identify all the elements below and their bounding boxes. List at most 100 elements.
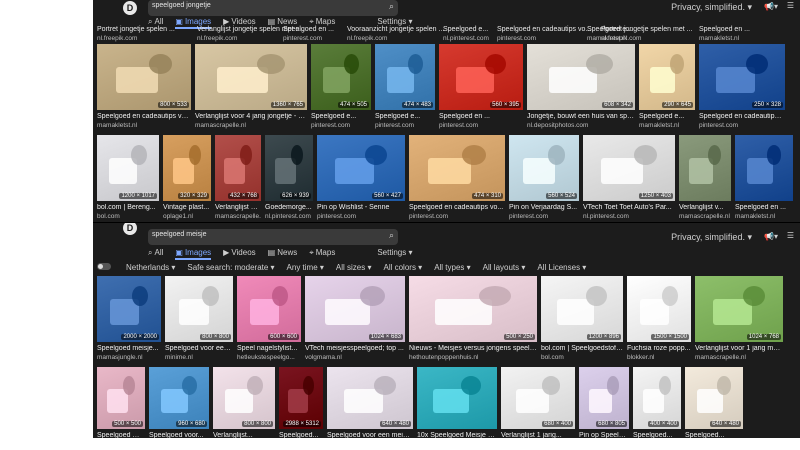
filter-dropdown[interactable]: All types ▾ bbox=[434, 263, 470, 272]
image-result-card[interactable]: 2988 × 5312 Speelgoed... bbox=[279, 367, 323, 438]
image-result-card[interactable]: 10x Speelgoed Meisje 3... bbox=[417, 367, 497, 438]
result-title[interactable]: Nieuws - Meisjes versus jongens speelgo.… bbox=[409, 345, 537, 352]
result-thumbnail[interactable]: 800 × 533 bbox=[97, 44, 191, 110]
result-title[interactable]: Verlanglijst... bbox=[213, 432, 275, 438]
result-title[interactable]: VTech meisjesspeelgoed; top ... bbox=[305, 345, 405, 352]
megaphone-icon[interactable]: 📢▾ bbox=[764, 232, 778, 241]
result-thumbnail[interactable]: 1250 × 403 bbox=[583, 135, 675, 201]
result-thumbnail[interactable]: 432 × 768 bbox=[215, 135, 261, 201]
result-source[interactable]: minime.nl bbox=[165, 354, 233, 361]
image-result-card[interactable]: 474 × 310 Speelgoed en cadeautips vo... pi… bbox=[409, 135, 505, 221]
image-result-card[interactable]: 1024 × 768 Verlanglijst voor 1 jarig meis… bbox=[695, 276, 783, 362]
image-result-card[interactable]: 1360 × 765 Verlanglijst voor 4 jarig jong… bbox=[195, 44, 307, 130]
prev-caption[interactable]: Speelgoed en ... bbox=[283, 26, 334, 33]
result-thumbnail[interactable]: 474 × 483 bbox=[375, 44, 435, 110]
result-thumbnail[interactable] bbox=[417, 367, 497, 429]
image-result-card[interactable]: 290 × 645 Speelgoed e... mamakletst.nl bbox=[639, 44, 695, 130]
result-thumbnail[interactable]: 250 × 328 bbox=[699, 44, 785, 110]
result-source[interactable]: hethoutenpoppenhuis.nl bbox=[409, 354, 537, 361]
result-thumbnail[interactable]: 640 × 480 bbox=[327, 367, 413, 429]
result-source[interactable]: blokker.nl bbox=[627, 354, 691, 361]
result-source[interactable]: pinterest.com bbox=[311, 122, 371, 129]
image-result-card[interactable]: Speelgoed en ... mamakletst.nl bbox=[735, 135, 793, 221]
result-thumbnail[interactable]: 1200 × 1017 bbox=[97, 135, 159, 201]
filter-dropdown[interactable]: Netherlands ▾ bbox=[126, 263, 175, 272]
image-result-card[interactable]: 680 × 400 Verlanglijst 1 jarig... bbox=[501, 367, 575, 438]
result-title[interactable]: Speelgoed en cadeautips vo... bbox=[699, 113, 785, 120]
result-thumbnail[interactable]: 960 × 680 bbox=[149, 367, 209, 429]
result-thumbnail[interactable]: 608 × 342 bbox=[527, 44, 635, 110]
privacy-menu[interactable]: Privacy, simplified. ▾ bbox=[671, 2, 752, 13]
result-source[interactable]: mamasjungle.nl bbox=[97, 354, 161, 361]
result-thumbnail[interactable]: 1200 × 896 bbox=[541, 276, 623, 342]
prev-caption[interactable]: Portret jongetje spelen ... bbox=[97, 26, 175, 33]
result-source[interactable]: bol.com bbox=[97, 213, 159, 220]
filter-dropdown[interactable]: All sizes ▾ bbox=[336, 263, 372, 272]
result-title[interactable]: Goedemorge... bbox=[265, 204, 313, 211]
result-title[interactable]: Verlanglijst voor 1 jarig meisje ... bbox=[695, 345, 783, 352]
result-thumbnail[interactable]: 1024 × 683 bbox=[305, 276, 405, 342]
result-title[interactable]: Vintage plast... bbox=[163, 204, 211, 211]
duckduckgo-logo[interactable]: D bbox=[123, 223, 137, 235]
result-title[interactable]: Speelgoed meisje... bbox=[97, 345, 161, 352]
image-result-card[interactable]: 608 × 342 Jongetje, bouwt een huis van sp… bbox=[527, 44, 635, 130]
image-result-card[interactable]: 320 × 329 Vintage plast... oplage1.nl bbox=[163, 135, 211, 221]
filter-dropdown[interactable]: All colors ▾ bbox=[383, 263, 422, 272]
duckduckgo-logo[interactable]: D bbox=[123, 1, 137, 15]
result-thumbnail[interactable]: 2988 × 5312 bbox=[279, 367, 323, 429]
tab-maps[interactable]: ⌖ Maps bbox=[309, 248, 335, 260]
filter-dropdown[interactable]: All layouts ▾ bbox=[483, 263, 526, 272]
image-result-card[interactable]: 2000 × 2000 Speelgoed meisje... mamasjungl… bbox=[97, 276, 161, 362]
result-title[interactable]: Jongetje, bouwt een huis van speel... bbox=[527, 113, 635, 120]
result-title[interactable]: Speelgoed voor een... bbox=[165, 345, 233, 352]
result-thumbnail[interactable] bbox=[735, 135, 793, 201]
image-result-card[interactable]: 640 × 480 Speelgoed... bbox=[685, 367, 743, 438]
hamburger-menu-icon[interactable]: ☰ bbox=[787, 1, 794, 10]
result-title[interactable]: Speelgoed e... bbox=[311, 113, 371, 120]
result-source[interactable]: pinterest.com bbox=[409, 213, 505, 220]
result-thumbnail[interactable]: 1024 × 768 bbox=[695, 276, 783, 342]
search-input[interactable]: speelgoed jongetje bbox=[152, 2, 211, 9]
result-source[interactable]: pinterest.com bbox=[699, 122, 785, 129]
result-source[interactable]: mamakletst.nl bbox=[97, 122, 191, 129]
search-input[interactable]: speelgoed meisje bbox=[152, 231, 206, 238]
result-source[interactable]: oplage1.nl bbox=[163, 213, 211, 220]
tab-news[interactable]: ▤ News bbox=[268, 248, 298, 260]
privacy-menu[interactable]: Privacy, simplified. ▾ bbox=[671, 232, 752, 243]
result-source[interactable]: nl.depositphotos.com bbox=[527, 122, 635, 129]
result-title[interactable]: bol.com | Bereng... bbox=[97, 204, 159, 211]
result-title[interactable]: Speelgoed e... bbox=[639, 113, 695, 120]
result-thumbnail[interactable]: 320 × 329 bbox=[163, 135, 211, 201]
result-thumbnail[interactable]: 680 × 400 bbox=[501, 367, 575, 429]
result-thumbnail[interactable]: 600 × 600 bbox=[237, 276, 301, 342]
result-source[interactable]: pinterest.com bbox=[317, 213, 405, 220]
result-thumbnail[interactable]: 500 × 500 bbox=[97, 367, 145, 429]
filter-dropdown[interactable]: Safe search: moderate ▾ bbox=[187, 263, 274, 272]
tab-settings[interactable]: Settings ▾ bbox=[377, 248, 412, 260]
tab-videos[interactable]: ▶ Videos bbox=[223, 248, 255, 260]
result-title[interactable]: Speelgoed... bbox=[633, 432, 681, 438]
result-thumbnail[interactable]: 474 × 310 bbox=[409, 135, 505, 201]
result-source[interactable]: pinterest.com bbox=[375, 122, 435, 129]
result-source[interactable]: pinterest.com bbox=[509, 213, 579, 220]
image-result-card[interactable]: 1250 × 403 VTech Toet Toet Auto's Par... n… bbox=[583, 135, 675, 221]
filter-dropdown[interactable]: Any time ▾ bbox=[287, 263, 324, 272]
search-bar[interactable]: speelgoed meisje ⌕ bbox=[148, 229, 398, 245]
result-thumbnail[interactable]: 1360 × 765 bbox=[195, 44, 307, 110]
result-title[interactable]: Fuchsia roze popp... bbox=[627, 345, 691, 352]
prev-caption[interactable]: Speelgoed en cadeautips vo... bbox=[497, 26, 591, 33]
image-result-card[interactable]: 400 × 400 Speelgoed... bbox=[633, 367, 681, 438]
result-thumbnail[interactable]: 800 × 800 bbox=[165, 276, 233, 342]
image-result-card[interactable]: 1200 × 896 bol.com | Speelgoedstofzu... bo… bbox=[541, 276, 623, 362]
image-result-card[interactable]: 600 × 600 Speel nagelstylist... hetleukste… bbox=[237, 276, 301, 362]
result-thumbnail[interactable]: 560 × 524 bbox=[509, 135, 579, 201]
result-title[interactable]: Speelgoed e... bbox=[375, 113, 435, 120]
result-title[interactable]: Speelgoed en ... bbox=[439, 113, 523, 120]
image-result-card[interactable]: 680 × 805 Pin op Speelgoed... bbox=[579, 367, 629, 438]
image-result-card[interactable]: 1200 × 1017 bol.com | Bereng... bol.com bbox=[97, 135, 159, 221]
result-title[interactable]: Speelgoed voor een meisje... bbox=[327, 432, 413, 438]
result-source[interactable]: nl.pinterest.com bbox=[265, 213, 313, 220]
result-thumbnail[interactable]: 400 × 400 bbox=[633, 367, 681, 429]
result-title[interactable]: Pin op Wishlist - Senne bbox=[317, 204, 405, 211]
result-thumbnail[interactable]: 290 × 645 bbox=[639, 44, 695, 110]
